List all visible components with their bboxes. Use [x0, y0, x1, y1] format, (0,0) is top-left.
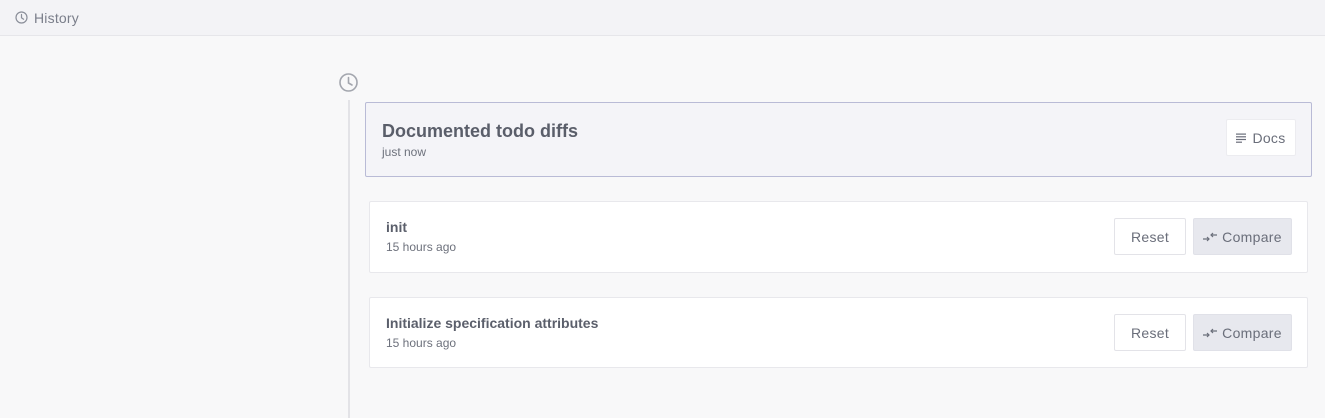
reset-button[interactable]: Reset	[1114, 218, 1186, 255]
reset-label: Reset	[1130, 324, 1170, 341]
version-time: 15 hours ago	[386, 336, 457, 350]
compare-button[interactable]: Compare	[1193, 218, 1292, 255]
compare-label: Compare	[1222, 324, 1282, 341]
compare-label: Compare	[1222, 228, 1282, 245]
version-time: 15 hours ago	[386, 240, 457, 254]
docs-label: Docs	[1252, 129, 1286, 146]
current-version-card: Documented todo diffs just now Docs	[365, 102, 1312, 177]
docs-button[interactable]: Docs	[1226, 119, 1296, 156]
version-message: init	[386, 219, 407, 235]
version-message: Initialize specification attributes	[386, 315, 599, 331]
lines-icon	[1236, 133, 1247, 143]
timeline-clock-icon	[338, 72, 359, 93]
compare-arrows-icon	[1203, 328, 1218, 338]
version-card: init 15 hours ago Reset Compare	[369, 201, 1308, 273]
compare-arrows-icon	[1203, 232, 1218, 242]
compare-button[interactable]: Compare	[1193, 314, 1292, 351]
history-header: History	[0, 0, 1325, 36]
timeline-line	[348, 100, 350, 418]
clock-icon	[15, 11, 28, 24]
history-title: History	[34, 9, 79, 26]
version-message: Documented todo diffs	[382, 121, 578, 141]
reset-button[interactable]: Reset	[1114, 314, 1186, 351]
version-card: Initialize specification attributes 15 h…	[369, 297, 1308, 368]
version-time: just now	[382, 145, 427, 159]
reset-label: Reset	[1130, 228, 1170, 245]
